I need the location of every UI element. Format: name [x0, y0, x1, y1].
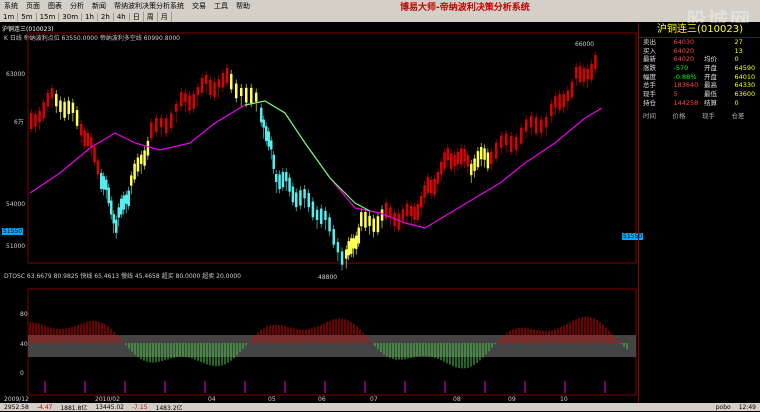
quote-value: 63600 [731, 90, 760, 99]
period-2h-button[interactable]: 2h [98, 13, 114, 21]
status-clock: 12:49 [735, 404, 760, 411]
period-4h-button[interactable]: 4h [114, 13, 130, 21]
quote-value: 64030 [670, 38, 701, 47]
period-30m-button[interactable]: 30m [59, 13, 82, 21]
quote-value: 64020 [670, 55, 701, 64]
quote-value: 144258 [670, 99, 701, 108]
menu-dinapoli[interactable]: 帮纳波利决策分析系统 [110, 1, 188, 11]
price-tick: 6万 [14, 117, 24, 126]
price-tag-left: 51550 [2, 228, 23, 235]
status-broker: pobo [712, 404, 735, 411]
status-bar: 2952.58 -4.47 1881.8亿 13445.02 -7.15 148… [0, 403, 760, 411]
indicator-tick: 80 [20, 311, 28, 318]
quote-label: 持仓 [639, 99, 670, 108]
quote-value: 0 [731, 99, 760, 108]
col-oi-diff: 仓差 [732, 110, 760, 120]
quote-label: 最高 [700, 81, 731, 90]
quote-value: 27 [731, 38, 760, 47]
quote-row: 涨跌-570开盘64590 [639, 64, 760, 73]
quote-label [700, 38, 731, 47]
date-tick: 2010/02 [95, 396, 120, 403]
status-index: 2952.58 [0, 404, 33, 411]
quote-title: 沪铜连三(010023) [639, 23, 760, 38]
price-tick: 51000 [6, 243, 25, 250]
oversold-band [28, 335, 636, 357]
date-tick: 10 [560, 396, 568, 403]
quote-value: -570 [670, 64, 701, 73]
col-price: 价格 [673, 110, 703, 120]
trade-columns: 时间 价格 现手 仓差 [639, 110, 760, 120]
quote-value: 5 [670, 90, 701, 99]
quote-label: 卖出 [639, 38, 670, 47]
quote-value: 64020 [670, 47, 701, 56]
toolbar: 1m 5m 15m 30m 1h 2h 4h 日 周 月 [0, 11, 760, 22]
quote-row: 卖出64030 27 [639, 38, 760, 47]
col-time: 时间 [643, 110, 673, 120]
price-tick: 54000 [6, 201, 25, 208]
quote-value: 64590 [731, 64, 760, 73]
menu-news[interactable]: 新闻 [88, 1, 110, 11]
menu-chart[interactable]: 图表 [44, 1, 66, 11]
quote-label: 最新 [639, 55, 670, 64]
quote-row: 现手5最低63600 [639, 90, 760, 99]
period-week-button[interactable]: 周 [144, 12, 158, 22]
date-tick: 04 [208, 396, 216, 403]
quote-value: 0 [731, 55, 760, 64]
quote-value: -0.88% [670, 73, 701, 82]
period-5m-button[interactable]: 5m [18, 13, 36, 21]
date-tick: 2009/12 [4, 396, 29, 403]
quote-label: 结算 [700, 99, 731, 108]
period-1m-button[interactable]: 1m [0, 13, 18, 21]
period-month-button[interactable]: 月 [158, 12, 172, 22]
candlestick-chart[interactable] [0, 23, 638, 403]
quote-row: 幅度-0.88%开盘64010 [639, 73, 760, 82]
quote-label: 开盘 [700, 64, 731, 73]
date-tick: 09 [508, 396, 516, 403]
price-tick: 63000 [6, 71, 25, 78]
status-amount: 1881.8亿 [56, 403, 91, 412]
quote-label: 现手 [639, 90, 670, 99]
quote-value: 64010 [731, 73, 760, 82]
status-change2: -7.15 [128, 404, 152, 411]
period-15m-button[interactable]: 15m [37, 13, 60, 21]
period-1h-button[interactable]: 1h [82, 13, 98, 21]
quote-row: 买入6402013 [639, 47, 760, 56]
high-label: 66000 [575, 41, 594, 48]
date-tick: 07 [370, 396, 378, 403]
menu-trade[interactable]: 交易 [188, 1, 210, 11]
status-index2: 13445.02 [91, 404, 128, 411]
quote-row: 持仓144258结算0 [639, 99, 760, 108]
menu-help[interactable]: 帮助 [232, 1, 254, 11]
quote-label: 总手 [639, 81, 670, 90]
quote-label: 均价 [700, 55, 731, 64]
date-tick: 06 [318, 396, 326, 403]
quote-value: 64330 [731, 81, 760, 90]
low-label: 48800 [318, 274, 337, 281]
quote-label: 最低 [700, 90, 731, 99]
period-day-button[interactable]: 日 [130, 12, 144, 22]
date-tick: 08 [453, 396, 461, 403]
status-amount2: 1483.2亿 [152, 403, 187, 412]
main-panel-frame [28, 33, 636, 263]
quote-value: 183640 [670, 81, 701, 90]
indicator-tick: 0 [20, 370, 24, 377]
menu-analysis[interactable]: 分析 [66, 1, 88, 11]
menu-tools[interactable]: 工具 [210, 1, 232, 11]
quote-value: 13 [731, 47, 760, 56]
quote-row: 总手183640最高64330 [639, 81, 760, 90]
date-tick: 05 [268, 396, 276, 403]
quote-row: 最新64020均价0 [639, 55, 760, 64]
quote-label: 涨跌 [639, 64, 670, 73]
indicator-tick: 40 [20, 341, 28, 348]
ma-line-magenta [30, 101, 602, 228]
menu-bar: 系统 页面 图表 分析 新闻 帮纳波利决策分析系统 交易 工具 帮助 博易大师-… [0, 0, 760, 11]
col-volume: 现手 [702, 110, 732, 120]
quote-panel: 沪铜连三(010023) 卖出6403027买入6402013最新64020均价… [638, 23, 760, 403]
menu-page[interactable]: 页面 [22, 1, 44, 11]
chart-area[interactable]: 沪铜连三(010023) K 日线 帝纳波利点位 63550.0000 帝纳波利… [0, 23, 638, 403]
menu-system[interactable]: 系统 [0, 1, 22, 11]
status-change: -4.47 [33, 404, 57, 411]
